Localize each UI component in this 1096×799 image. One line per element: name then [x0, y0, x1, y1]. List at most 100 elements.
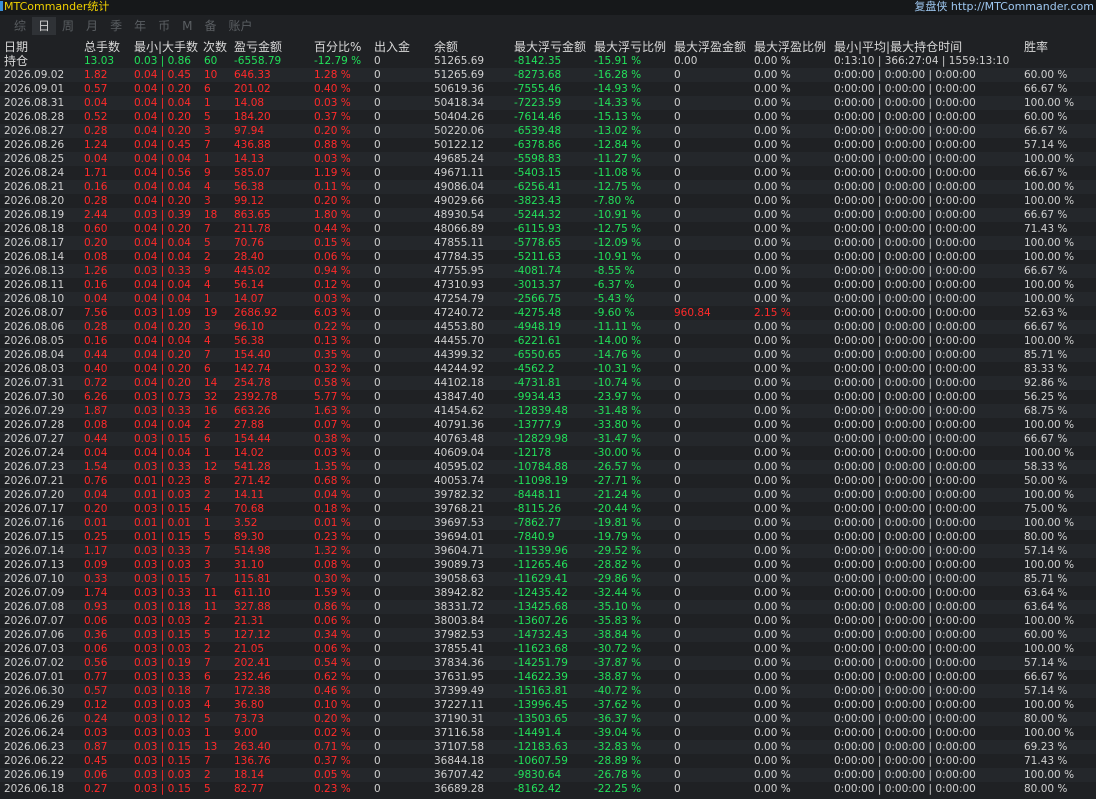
table-row[interactable]: 2026.07.24 0.04 0.04 | 0.04 1 14.02 0.03 % 0 40…	[0, 446, 1096, 460]
table-cell: -27.71 %	[594, 475, 642, 487]
table-row[interactable]: 2026.07.13 0.09 0.03 | 0.03 3 31.10 0.08 % 0 39…	[0, 558, 1096, 572]
column-header[interactable]: 最大浮亏金额	[514, 40, 586, 54]
table-row[interactable]: 2026.08.13 1.26 0.03 | 0.33 9 445.02 0.94 % 0 4…	[0, 264, 1096, 278]
table-row[interactable]: 2026.08.21 0.16 0.04 | 0.04 4 56.38 0.11 % 0 49…	[0, 180, 1096, 194]
column-header[interactable]: 最小|大手数	[134, 40, 198, 54]
table-row[interactable]: 2026.06.22 0.45 0.03 | 0.15 7 136.76 0.37 % 0 3…	[0, 754, 1096, 768]
table-cell: 2	[204, 419, 211, 431]
table-row[interactable]: 2026.07.16 0.01 0.01 | 0.01 1 3.52 0.01 % 0 396…	[0, 516, 1096, 530]
table-row[interactable]: 2026.07.01 0.77 0.03 | 0.33 6 232.46 0.62 % 0 3…	[0, 670, 1096, 684]
column-header[interactable]: 日期	[4, 40, 28, 54]
table-row[interactable]: 2026.07.27 0.44 0.03 | 0.15 6 154.44 0.38 % 0 4…	[0, 432, 1096, 446]
summary-row[interactable]: 持仓 13.03 0.03 | 0.86 60 -6558.79 -12.79 % 0 512…	[0, 54, 1096, 68]
table-cell: -14.93 %	[594, 83, 642, 95]
brand-link[interactable]: 复盘侠 http://MTCommander.com	[914, 0, 1094, 14]
table-row[interactable]: 2026.07.23 1.54 0.03 | 0.33 12 541.28 1.35 % 0…	[0, 460, 1096, 474]
table-row[interactable]: 2026.07.28 0.08 0.04 | 0.04 2 27.88 0.07 % 0 40…	[0, 418, 1096, 432]
column-header[interactable]: 出入金	[374, 40, 410, 54]
column-header[interactable]: 最大浮盈金额	[674, 40, 746, 54]
table-row[interactable]: 2026.08.07 7.56 0.03 | 1.09 19 2686.92 6.03 %…	[0, 306, 1096, 320]
table-row[interactable]: 2026.08.11 0.16 0.04 | 0.04 4 56.14 0.12 % 0 47…	[0, 278, 1096, 292]
table-row[interactable]: 2026.07.20 0.04 0.01 | 0.03 2 14.11 0.04 % 0 39…	[0, 488, 1096, 502]
table-cell: 16	[204, 405, 218, 417]
column-header[interactable]: 盈亏金额	[234, 40, 282, 54]
column-header[interactable]: 总手数	[84, 40, 120, 54]
table-row[interactable]: 2026.08.31 0.04 0.04 | 0.04 1 14.08 0.03 % 0 50…	[0, 96, 1096, 110]
table-row[interactable]: 2026.09.02 1.82 0.04 | 0.45 10 646.33 1.28 % 0…	[0, 68, 1096, 82]
table-row[interactable]: 2026.08.18 0.60 0.04 | 0.20 7 211.78 0.44 % 0 4…	[0, 222, 1096, 236]
table-row[interactable]: 2026.08.06 0.28 0.04 | 0.20 3 96.10 0.22 % 0 44…	[0, 320, 1096, 334]
table-row[interactable]: 2026.06.26 0.24 0.03 | 0.12 5 73.73 0.20 % 0 37…	[0, 712, 1096, 726]
table-row[interactable]: 2026.08.28 0.52 0.04 | 0.20 5 184.20 0.37 % 0 5…	[0, 110, 1096, 124]
table-cell: 47855.11	[434, 237, 485, 249]
tab-5[interactable]: 年	[128, 17, 152, 35]
table-row[interactable]: 2026.08.25 0.04 0.04 | 0.04 1 14.13 0.03 % 0 49…	[0, 152, 1096, 166]
table-row[interactable]: 2026.08.27 0.28 0.04 | 0.20 3 97.94 0.20 % 0 50…	[0, 124, 1096, 138]
table-row[interactable]: 2026.07.17 0.20 0.03 | 0.15 4 70.68 0.18 % 0 39…	[0, 502, 1096, 516]
table-row[interactable]: 2026.08.20 0.28 0.04 | 0.20 3 99.12 0.20 % 0 49…	[0, 194, 1096, 208]
table-row[interactable]: 2026.07.02 0.56 0.03 | 0.19 7 202.41 0.54 % 0 3…	[0, 656, 1096, 670]
brand-url[interactable]: http://MTCommander.com	[951, 0, 1094, 13]
table-row[interactable]: 2026.08.04 0.44 0.04 | 0.20 7 154.40 0.35 % 0 4…	[0, 348, 1096, 362]
table-row[interactable]: 2026.07.15 0.25 0.01 | 0.15 5 89.30 0.23 % 0 39…	[0, 530, 1096, 544]
table-cell: 0	[374, 181, 381, 193]
table-row[interactable]: 2026.08.19 2.44 0.03 | 0.39 18 863.65 1.80 % 0…	[0, 208, 1096, 222]
table-row[interactable]: 2026.07.09 1.74 0.03 | 0.33 11 611.10 1.59 % 0…	[0, 586, 1096, 600]
table-row[interactable]: 2026.08.05 0.16 0.04 | 0.04 4 56.38 0.13 % 0 44…	[0, 334, 1096, 348]
tab-7[interactable]: M	[176, 17, 198, 35]
column-header[interactable]: 百分比%	[314, 40, 361, 54]
table-cell: 0	[674, 559, 681, 571]
column-header[interactable]: 最大浮盈比例	[754, 40, 826, 54]
table-row[interactable]: 2026.08.10 0.04 0.04 | 0.04 1 14.07 0.03 % 0 47…	[0, 292, 1096, 306]
table-cell: 37399.49	[434, 685, 485, 697]
table-row[interactable]: 2026.07.08 0.93 0.03 | 0.18 11 327.88 0.86 % 0…	[0, 600, 1096, 614]
table-cell: 0	[674, 391, 681, 403]
table-row[interactable]: 2026.07.03 0.06 0.03 | 0.03 2 21.05 0.06 % 0 37…	[0, 642, 1096, 656]
table-row[interactable]: 2026.07.21 0.76 0.01 | 0.23 8 271.42 0.68 % 0 4…	[0, 474, 1096, 488]
table-cell: 0.10 %	[314, 699, 351, 711]
table-cell: 2026.07.14	[4, 545, 65, 557]
table-cell: 96.10	[234, 321, 265, 333]
tab-2[interactable]: 周	[56, 17, 80, 35]
tab-6[interactable]: 币	[152, 17, 176, 35]
table-cell: 0	[374, 363, 381, 375]
table-row[interactable]: 2026.08.03 0.40 0.04 | 0.20 6 142.74 0.32 % 0 4…	[0, 362, 1096, 376]
tab-8[interactable]: 备	[198, 17, 222, 35]
table-row[interactable]: 2026.07.30 6.26 0.03 | 0.73 32 2392.78 5.77 %…	[0, 390, 1096, 404]
table-row[interactable]: 2026.08.24 1.71 0.04 | 0.56 9 585.07 1.19 % 0 4…	[0, 166, 1096, 180]
table-cell: 60.00 %	[1024, 69, 1068, 81]
table-row[interactable]: 2026.08.17 0.20 0.04 | 0.04 5 70.76 0.15 % 0 47…	[0, 236, 1096, 250]
tab-3[interactable]: 月	[80, 17, 104, 35]
column-header[interactable]: 余额	[434, 40, 458, 54]
column-header[interactable]: 次数	[203, 40, 227, 54]
table-row[interactable]: 2026.06.18 0.27 0.03 | 0.15 5 82.77 0.23 % 0 36…	[0, 782, 1096, 796]
table-cell: 2026.06.29	[4, 699, 65, 711]
column-header[interactable]: 最大浮亏比例	[594, 40, 666, 54]
table-row[interactable]: 2026.06.29 0.12 0.03 | 0.03 4 36.80 0.10 % 0 37…	[0, 698, 1096, 712]
table-cell: 0	[374, 475, 381, 487]
table-row[interactable]: 2026.07.31 0.72 0.04 | 0.20 14 254.78 0.58 % 0…	[0, 376, 1096, 390]
table-row[interactable]: 2026.06.19 0.06 0.03 | 0.03 2 18.14 0.05 % 0 36…	[0, 768, 1096, 782]
table-row[interactable]: 2026.07.14 1.17 0.03 | 0.33 7 514.98 1.32 % 0 3…	[0, 544, 1096, 558]
table-row[interactable]: 2026.07.06 0.36 0.03 | 0.15 5 127.12 0.34 % 0 3…	[0, 628, 1096, 642]
table-cell: 2026.08.11	[4, 279, 65, 291]
table-row[interactable]: 2026.09.01 0.57 0.04 | 0.20 6 201.02 0.40 % 0 5…	[0, 82, 1096, 96]
column-header[interactable]: 胜率	[1024, 40, 1048, 54]
table-cell: -22.25 %	[594, 783, 642, 795]
tab-9[interactable]: 账户	[222, 17, 258, 35]
table-row[interactable]: 2026.06.24 0.03 0.03 | 0.03 1 9.00 0.02 % 0 371…	[0, 726, 1096, 740]
table-row[interactable]: 2026.06.30 0.57 0.03 | 0.18 7 172.38 0.46 % 0 3…	[0, 684, 1096, 698]
table-row[interactable]: 2026.07.10 0.33 0.03 | 0.15 7 115.81 0.30 % 0 3…	[0, 572, 1096, 586]
table-row[interactable]: 2026.08.26 1.24 0.04 | 0.45 7 436.88 0.88 % 0 5…	[0, 138, 1096, 152]
table-cell: 0.54 %	[314, 657, 351, 669]
table-row[interactable]: 2026.08.14 0.08 0.04 | 0.04 2 28.40 0.06 % 0 47…	[0, 250, 1096, 264]
tab-0[interactable]: 综	[8, 17, 32, 35]
table-cell: 0.24	[84, 713, 108, 725]
table-cell: 1	[204, 153, 211, 165]
table-row[interactable]: 2026.07.07 0.06 0.03 | 0.03 2 21.31 0.06 % 0 38…	[0, 614, 1096, 628]
tab-1[interactable]: 日	[32, 17, 57, 35]
table-row[interactable]: 2026.07.29 1.87 0.03 | 0.33 16 663.26 1.63 % 0…	[0, 404, 1096, 418]
column-header[interactable]: 最小|平均|最大持仓时间	[834, 40, 962, 54]
table-row[interactable]: 2026.06.23 0.87 0.03 | 0.15 13 263.40 0.71 % 0…	[0, 740, 1096, 754]
tab-4[interactable]: 季	[104, 17, 128, 35]
